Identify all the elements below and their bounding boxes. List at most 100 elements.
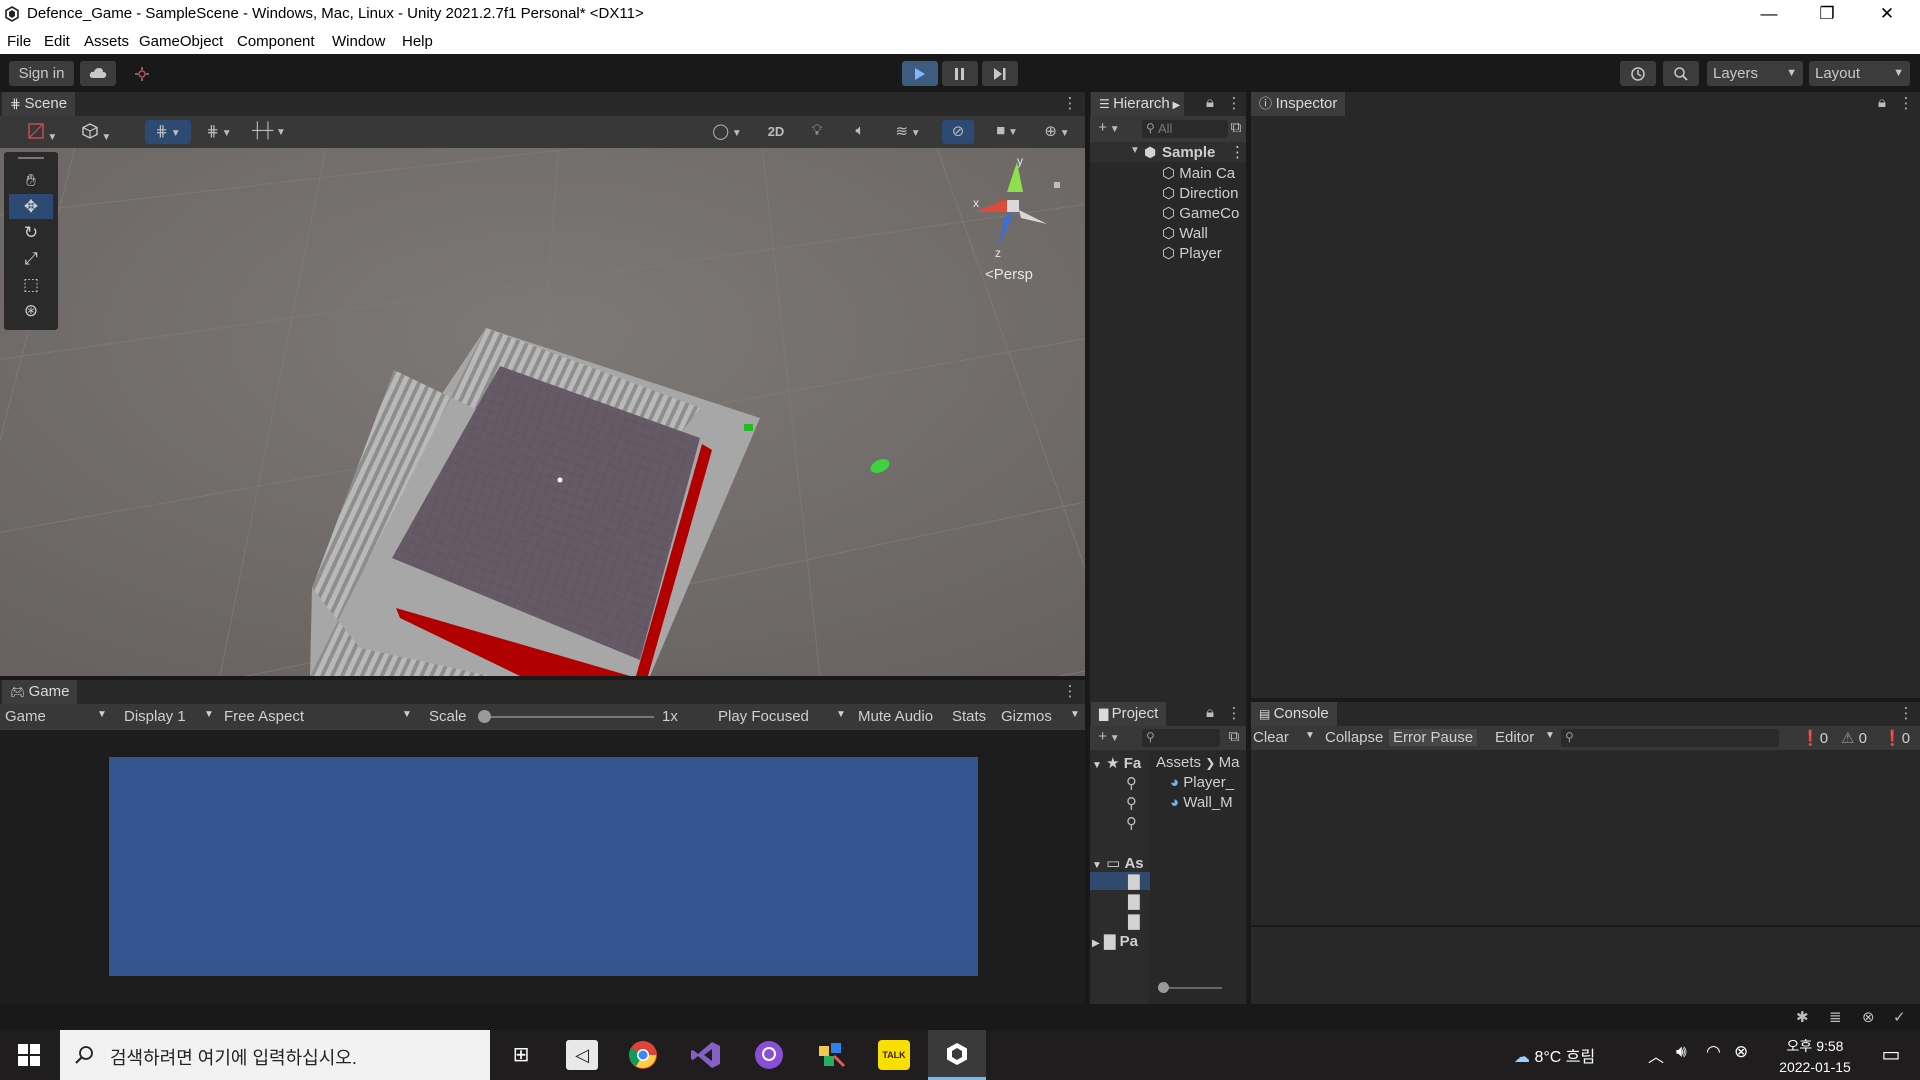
scene-viewport[interactable]: ✋︎ ✥ ↻ ⤢ ⬚ ⊛ y x z <Persp [0, 148, 1085, 676]
kakaotalk-taskbar-button[interactable]: TALK [878, 1040, 910, 1070]
hand-tool-button[interactable]: ✋︎ [9, 168, 53, 193]
scale-slider-handle[interactable] [478, 710, 491, 723]
paint-app-taskbar-button[interactable] [816, 1040, 846, 1070]
history-button[interactable] [1620, 61, 1656, 86]
scene-visibility-toggle[interactable]: ⊘ [942, 120, 974, 144]
draw-mode-dropdown[interactable]: ▼ [22, 122, 62, 144]
hierarchy-item-wall[interactable]: ⬡ Wall [1162, 224, 1208, 242]
gizmos-dropdown[interactable]: ⊕ ▼ [1034, 122, 1080, 140]
create-asset-dropdown[interactable]: + ▼ [1094, 728, 1124, 745]
error-pause-button[interactable]: Error Pause [1389, 729, 1478, 746]
search-icon[interactable]: ⚲ [1126, 774, 1137, 792]
lighting-toggle[interactable]: 💡︎ [802, 122, 832, 139]
menu-file[interactable]: File [7, 33, 31, 50]
notifications-button[interactable]: ▭ [1876, 1042, 1906, 1068]
menu-help[interactable]: Help [402, 33, 433, 50]
ruler-dropdown[interactable]: ┼┼ ▼ [246, 122, 292, 139]
hierarchy-item-player[interactable]: ⬡ Player [1162, 244, 1222, 262]
search-icon[interactable]: ⚲ [1126, 814, 1137, 832]
network-off-icon[interactable]: ⊗ [1862, 1008, 1875, 1026]
rect-tool-button[interactable]: ⬚ [9, 272, 53, 297]
pause-button[interactable] [942, 61, 978, 86]
hierarchy-search-input[interactable]: ⚲ All [1142, 120, 1228, 138]
tab-game[interactable]: 🎮︎ Game [2, 680, 78, 704]
kebab-menu-icon[interactable]: ⋮ [1898, 704, 1914, 722]
increment-snap-dropdown[interactable]: ⋕ ▼ [197, 122, 241, 140]
warning-filter-toggle[interactable]: ⚠ 0 [1841, 729, 1867, 747]
game-view-dropdown[interactable]: Game ▼ [5, 708, 111, 725]
kebab-menu-icon[interactable]: ⋮ [1898, 94, 1914, 112]
editor-dropdown[interactable]: Editor ▼ [1495, 729, 1555, 746]
visual-studio-taskbar-button[interactable] [690, 1040, 722, 1070]
stats-button[interactable]: Stats [952, 708, 986, 725]
icon-size-slider-handle[interactable] [1158, 982, 1169, 993]
scale-tool-button[interactable]: ⤢ [9, 246, 53, 271]
search-filter-icon[interactable]: ⧉ [1228, 119, 1244, 136]
tab-project[interactable]: ▇ Project [1091, 702, 1167, 726]
search-filter-icon[interactable]: ⧉ [1226, 728, 1242, 745]
close-button[interactable]: ✕ [1858, 0, 1916, 29]
folder-icon[interactable]: ▇ [1128, 912, 1140, 930]
bug-icon[interactable]: ✱ [1796, 1008, 1809, 1026]
clear-dropdown[interactable]: Clear ▼ [1253, 729, 1315, 746]
game-gizmos-dropdown[interactable]: Gizmos ▼ [1001, 708, 1081, 725]
scene-root-row[interactable]: ▼ ⬢ Samplе ⋮ [1090, 142, 1246, 162]
stack-icon[interactable]: ≣ [1829, 1008, 1842, 1026]
error-filter-toggle[interactable]: ❗0 [1883, 729, 1910, 747]
breadcrumb-child[interactable]: Ma [1219, 754, 1240, 771]
menu-gameobject[interactable]: GameObject [139, 33, 223, 50]
minimize-button[interactable]: — [1740, 0, 1798, 29]
packages-folder-row[interactable]: ▶ ▇ Pa [1092, 932, 1138, 950]
chrome-taskbar-button[interactable] [628, 1040, 658, 1070]
grid-snap-dropdown[interactable]: ⋕ ▼ [145, 120, 191, 144]
projection-label[interactable]: <Persp [985, 266, 1033, 283]
audio-toggle[interactable]: 🔈︎ [845, 122, 875, 139]
log-filter-toggle[interactable]: ❗0 [1801, 729, 1828, 747]
menu-component[interactable]: Component [237, 33, 315, 50]
weather-widget[interactable]: ☁ 8°C 흐림 [1514, 1043, 1595, 1067]
create-dropdown[interactable]: + ▼ [1094, 119, 1124, 136]
shading-dropdown[interactable]: ▼ [76, 122, 116, 144]
play-button[interactable] [902, 61, 938, 86]
scale-slider-track[interactable] [484, 716, 654, 718]
asset-item[interactable]: ◕ Wall_M [1170, 794, 1233, 811]
menu-edit[interactable]: Edit [44, 33, 70, 50]
kebab-menu-icon[interactable]: ⋮ [1062, 94, 1078, 112]
rotate-tool-button[interactable]: ↻ [9, 220, 53, 245]
folder-icon[interactable]: ▇ [1128, 892, 1140, 910]
aspect-dropdown[interactable]: Free Aspect ▼ [224, 708, 414, 725]
project-search-input[interactable]: ⚲ [1142, 729, 1220, 747]
move-tool-button[interactable]: ✥ [9, 194, 53, 219]
lock-icon[interactable]: 🔒︎ [1202, 704, 1218, 721]
kebab-menu-icon[interactable]: ⋮ [1230, 143, 1245, 161]
favorites-row[interactable]: ▼ ★ Fa [1092, 754, 1141, 772]
github-desktop-taskbar-button[interactable] [754, 1040, 784, 1070]
icon-size-slider-track[interactable] [1162, 987, 1222, 989]
palette-drag-handle[interactable] [18, 157, 44, 159]
breadcrumb-assets[interactable]: Assets [1156, 754, 1201, 771]
layers-dropdown[interactable]: Layers ▼ [1707, 61, 1803, 86]
step-button[interactable] [982, 61, 1018, 86]
folder-row-selected[interactable]: ▇ [1090, 872, 1150, 890]
unity-editor-taskbar-button[interactable] [928, 1030, 986, 1080]
orientation-gizmo[interactable]: y x z <Persp [955, 154, 1065, 284]
layout-dropdown[interactable]: Layout ▼ [1809, 61, 1910, 86]
menu-assets[interactable]: Assets [84, 33, 129, 50]
cloud-button[interactable] [80, 61, 116, 86]
play-focused-dropdown[interactable]: Play Focused ▼ [718, 708, 846, 725]
hierarchy-item-main-camera[interactable]: ⬡ Main Ca [1162, 164, 1235, 182]
mute-audio-button[interactable]: Mute Audio [858, 708, 933, 725]
search-icon[interactable]: ⚲ [1126, 794, 1137, 812]
menu-window[interactable]: Window [332, 33, 385, 50]
unity-hub-taskbar-button[interactable]: ◁ [566, 1040, 598, 1070]
tab-scene[interactable]: ⋕ Scene [2, 92, 76, 116]
tab-inspector[interactable]: ⓘ Inspector [1251, 92, 1346, 116]
render-mode-dropdown[interactable]: ◯ ▼ [705, 122, 749, 140]
progress-check-icon[interactable]: ✓ [1893, 1008, 1906, 1026]
search-button[interactable] [1663, 61, 1699, 86]
collab-button[interactable] [124, 61, 160, 86]
tab-console[interactable]: ▤ Console [1251, 702, 1337, 726]
tab-hierarchy[interactable]: ☰ Hierarch ▶ [1091, 92, 1185, 116]
assets-folder-row[interactable]: ▼ ▭ As [1092, 854, 1144, 872]
display-dropdown[interactable]: Display 1 ▼ [124, 708, 216, 725]
